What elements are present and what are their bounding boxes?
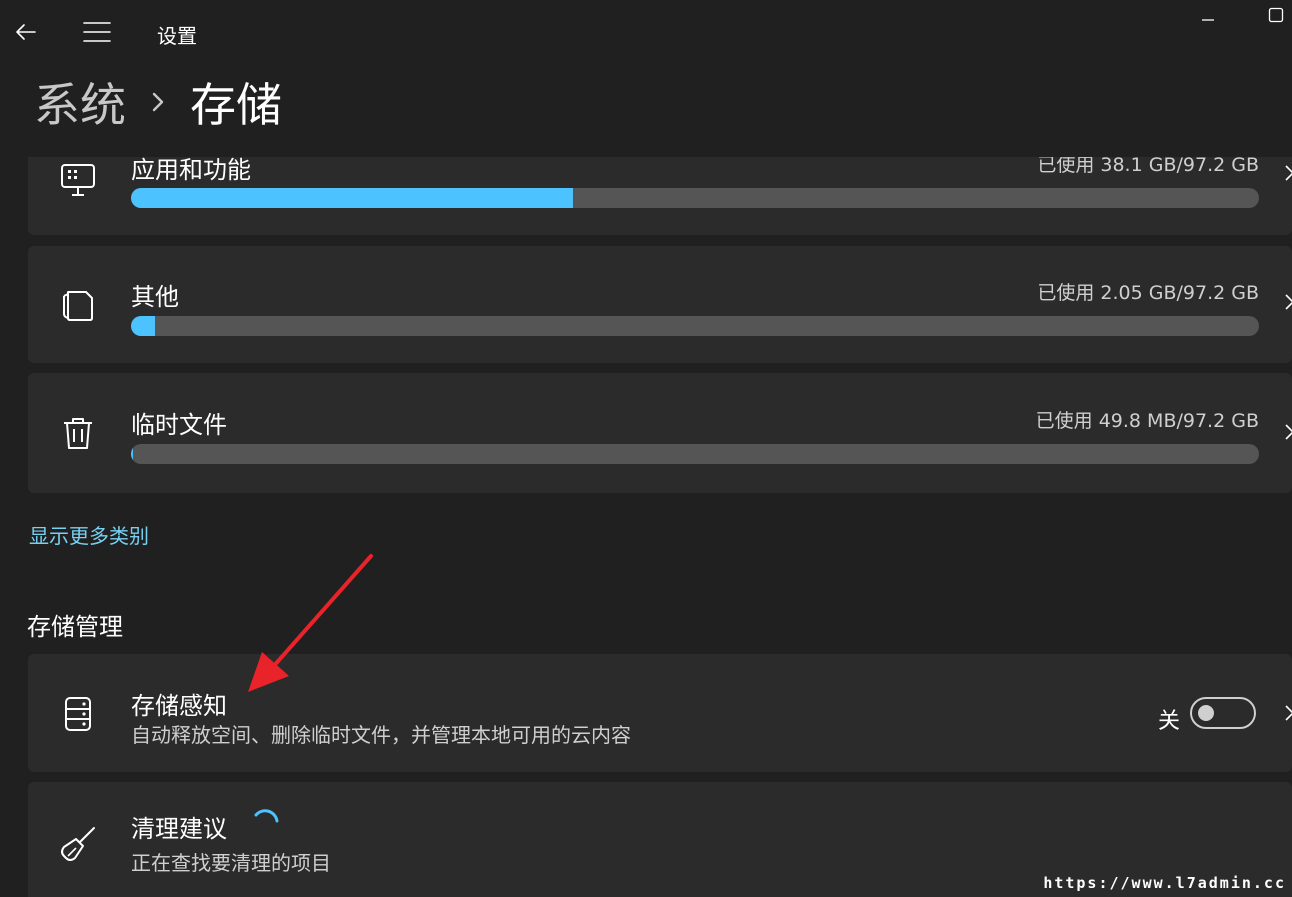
- watermark-text: https://www.l7admin.cc: [1043, 874, 1286, 892]
- annotation-arrow: [248, 554, 373, 692]
